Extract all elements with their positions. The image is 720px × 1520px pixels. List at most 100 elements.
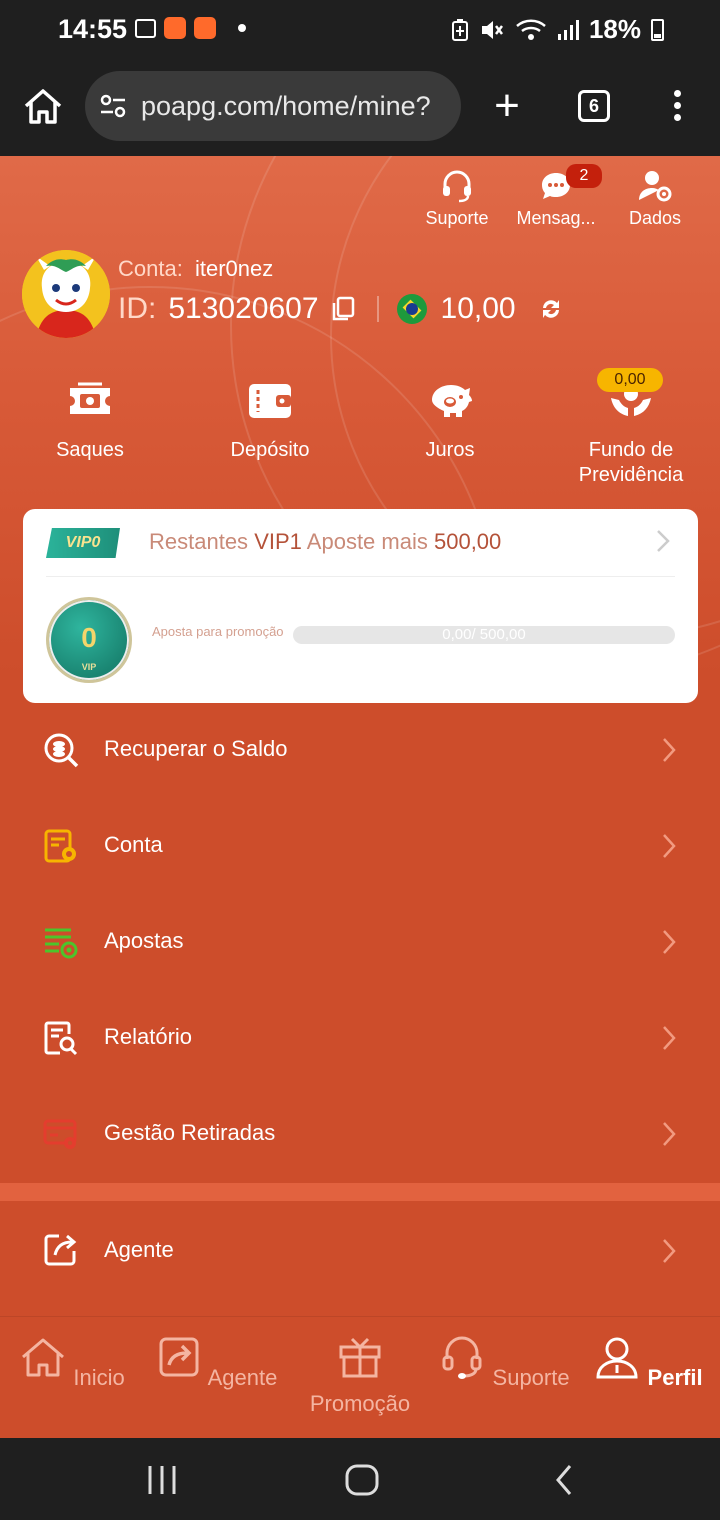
interest-label: Juros xyxy=(425,439,475,461)
tab-perfil[interactable]: Perfil xyxy=(576,1335,720,1391)
app-notification-icon xyxy=(194,17,216,39)
vip-level-badge: VIP0 xyxy=(46,528,120,558)
id-label: ID: xyxy=(118,292,157,325)
address-bar[interactable]: poapg.com/home/mine? xyxy=(85,71,461,141)
bottom-tab-bar: Inicio Agente Promoção Suporte Perfil xyxy=(0,1316,720,1438)
menu-label: Recuperar o Saldo xyxy=(104,736,288,761)
menu-item-bets[interactable]: Apostas xyxy=(0,894,720,990)
remaining-label: Restantes xyxy=(149,529,249,554)
id-line: ID: 513020607 10,00 xyxy=(118,292,564,326)
chevron-right-icon xyxy=(663,834,676,858)
balance-value: 10,00 xyxy=(440,292,516,325)
url-text: poapg.com/home/mine? xyxy=(141,90,431,121)
menu-item-account[interactable]: Conta xyxy=(0,798,720,894)
home-button-icon[interactable] xyxy=(342,1464,382,1496)
interest-button[interactable]: Juros xyxy=(410,380,490,463)
promotion-progress-bar: 0,00/ 500,00 xyxy=(293,626,675,644)
system-navigation-bar xyxy=(0,1438,720,1520)
menu-label: Gestão Retiradas xyxy=(104,1120,276,1145)
tab-label: Perfil xyxy=(647,1365,703,1390)
back-icon[interactable] xyxy=(546,1464,586,1496)
chevron-right-icon[interactable] xyxy=(656,529,670,553)
id-value: 513020607 xyxy=(168,292,319,325)
messages-badge: 2 xyxy=(566,164,602,188)
support-button[interactable]: Suporte xyxy=(422,168,492,229)
new-tab-button[interactable]: + xyxy=(489,84,525,128)
joker-avatar-icon xyxy=(22,250,110,338)
withdraw-settings-icon xyxy=(43,1119,77,1149)
gift-icon xyxy=(339,1337,381,1378)
account-line: Conta: iter0nez xyxy=(118,256,273,282)
home-icon xyxy=(22,1338,65,1377)
user-settings-icon xyxy=(639,171,672,202)
data-button[interactable]: Dados xyxy=(620,168,690,229)
browser-home-icon[interactable] xyxy=(22,86,64,126)
tab-agente[interactable]: Agente xyxy=(144,1335,288,1391)
menu-item-recover-balance[interactable]: Recuperar o Saldo xyxy=(0,702,720,798)
recent-apps-icon[interactable] xyxy=(142,1464,182,1496)
menu-item-withdraw-management[interactable]: Gestão Retiradas xyxy=(0,1086,720,1182)
data-label: Dados xyxy=(628,208,682,228)
vip-card[interactable]: VIP0 Restantes VIP1 Aposte mais 500,00 0… xyxy=(23,509,698,703)
progress-text: 0,00/ 500,00 xyxy=(442,626,526,643)
app-page: Suporte Mensag... 2 Dados Conta: iter0ne… xyxy=(0,156,720,1438)
pension-label-line1: Fundo de xyxy=(588,439,674,461)
notification-icons xyxy=(135,17,246,39)
wifi-icon xyxy=(516,19,546,40)
refresh-icon[interactable] xyxy=(538,296,564,322)
messages-label: Mensag... xyxy=(516,208,596,228)
share-icon xyxy=(159,1337,199,1377)
tab-promocao[interactable]: Promoção xyxy=(288,1335,432,1417)
vip-next-level-text: Restantes VIP1 Aposte mais 500,00 xyxy=(149,529,501,555)
section-divider xyxy=(0,1183,720,1201)
chevron-right-icon xyxy=(663,1026,676,1050)
menu-label: Relatório xyxy=(104,1024,193,1049)
tab-inicio[interactable]: Inicio xyxy=(0,1335,144,1391)
signal-icon xyxy=(557,19,579,40)
divider xyxy=(376,296,379,322)
tab-label: Promoção xyxy=(309,1391,411,1416)
withdraw-button[interactable]: Saques xyxy=(50,380,130,463)
medal-tag: VIP xyxy=(81,662,97,672)
tab-switcher-button[interactable]: 6 xyxy=(578,90,610,122)
copy-icon[interactable] xyxy=(331,296,355,322)
more-notifications-icon xyxy=(238,24,246,32)
divider xyxy=(46,576,675,577)
menu-label: Conta xyxy=(104,832,163,857)
account-doc-icon xyxy=(44,829,76,863)
recover-balance-icon xyxy=(44,733,79,768)
menu-item-agent[interactable]: Agente xyxy=(0,1201,720,1297)
piggy-bank-icon xyxy=(432,385,472,417)
deposit-button[interactable]: Depósito xyxy=(220,380,320,463)
headset-icon xyxy=(442,1336,482,1379)
messages-button[interactable]: Mensag... 2 xyxy=(514,164,602,229)
battery-percent: 18% xyxy=(588,14,641,44)
chevron-right-icon xyxy=(663,738,676,762)
tab-label: Inicio xyxy=(73,1365,125,1390)
tab-label: Agente xyxy=(207,1365,278,1390)
report-search-icon xyxy=(44,1021,78,1056)
header-actions: Suporte Mensag... 2 Dados xyxy=(422,164,690,229)
withdraw-label: Saques xyxy=(56,439,124,461)
deposit-label: Depósito xyxy=(230,439,310,461)
quick-actions: Saques Depósito Juros Fundo de Previdênc… xyxy=(0,368,720,490)
bets-list-icon xyxy=(45,928,78,959)
bet-more-value: 500,00 xyxy=(433,529,502,554)
profile-menu: Recuperar o Saldo Conta Apostas Relatóri… xyxy=(0,702,720,1182)
pension-badge: 0,00 xyxy=(597,368,663,392)
wallet-icon xyxy=(249,384,291,418)
menu-label: Apostas xyxy=(104,928,184,953)
pension-fund-button[interactable]: Fundo de Previdência xyxy=(572,380,690,488)
avatar[interactable] xyxy=(22,250,110,338)
next-level: VIP1 xyxy=(254,529,302,554)
menu-item-report[interactable]: Relatório xyxy=(0,990,720,1086)
site-settings-icon[interactable] xyxy=(99,94,127,118)
status-time: 14:55 xyxy=(58,14,128,44)
medal-level: 0 xyxy=(81,622,97,653)
gallery-icon xyxy=(135,18,156,38)
chevron-right-icon xyxy=(663,1239,676,1263)
battery-icon xyxy=(651,18,664,41)
tab-suporte[interactable]: Suporte xyxy=(432,1335,576,1391)
browser-menu-icon[interactable] xyxy=(672,90,682,124)
tab-label: Suporte xyxy=(492,1365,570,1390)
